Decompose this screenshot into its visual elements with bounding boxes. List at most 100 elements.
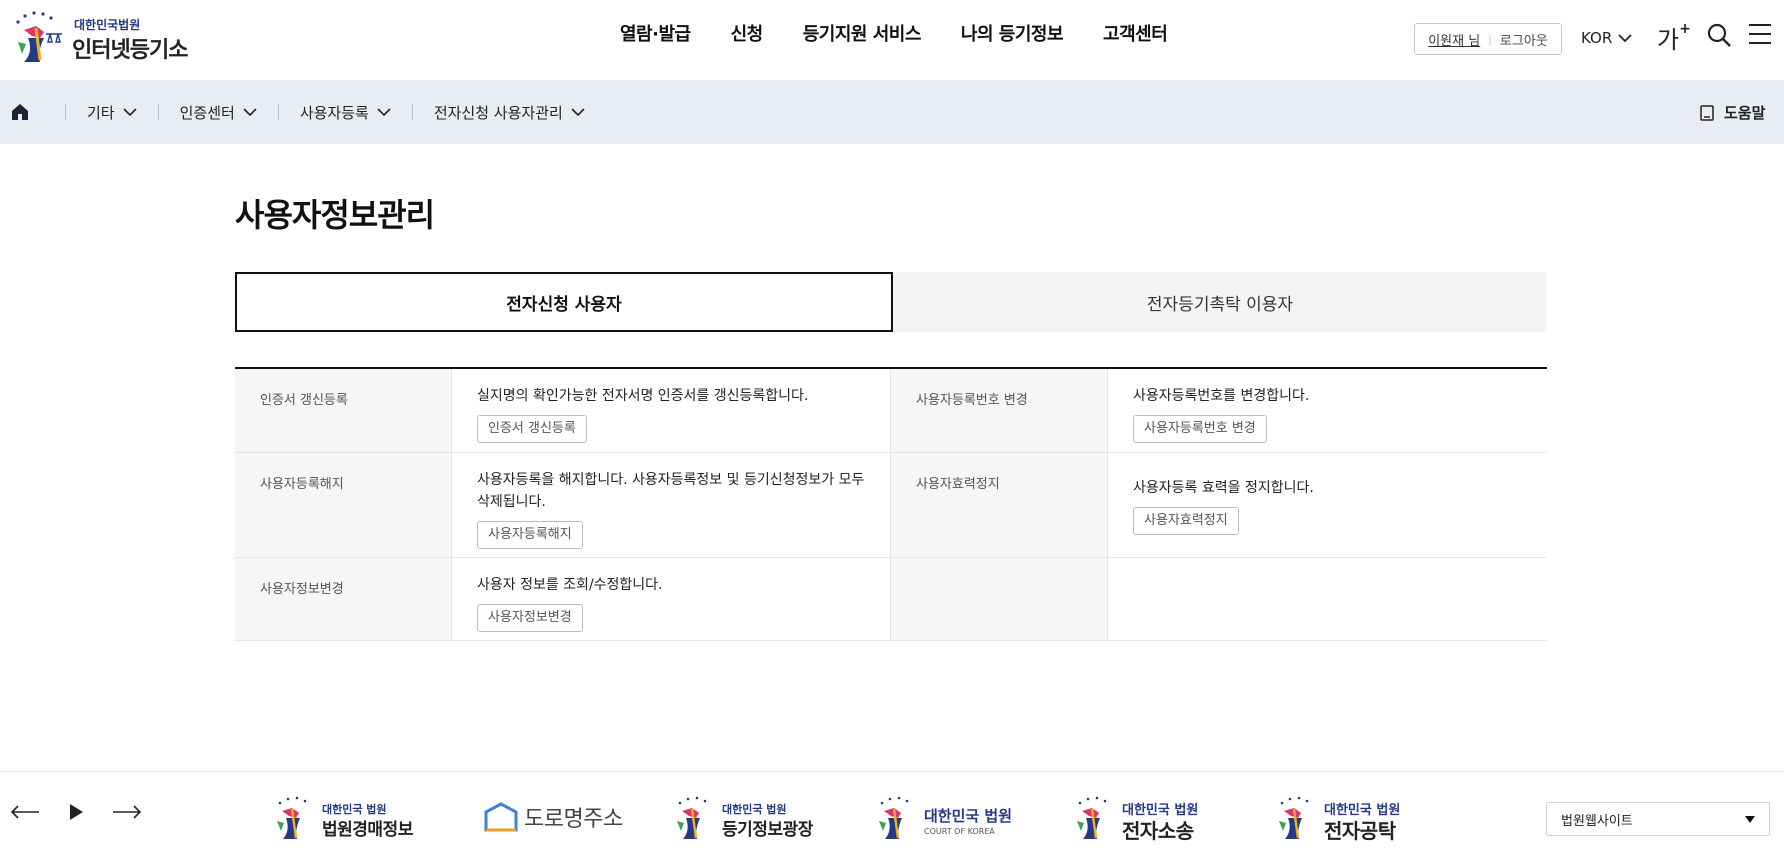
gnb-customer-center[interactable]: 고객센터 (1083, 20, 1187, 50)
suspend-user-button[interactable]: 사용자효력정지 (1133, 507, 1239, 535)
chevron-down-icon (571, 107, 585, 116)
caret-down-icon (1745, 816, 1755, 823)
tab-e-commission-user[interactable]: 전자등기촉탁 이용자 (893, 272, 1547, 332)
row-label: 사용자정보변경 (235, 558, 452, 640)
court-emblem-icon (1077, 796, 1107, 839)
user-divider: | (1488, 32, 1492, 46)
change-user-info-button[interactable]: 사용자정보변경 (477, 604, 583, 632)
row-content: 실지명의 확인가능한 전자서명 인증서를 갱신등록합니다. 인증서 갱신등록 (452, 369, 891, 452)
row-label: 사용자등록번호 변경 (891, 369, 1108, 452)
chevron-down-icon (377, 107, 391, 116)
hamburger-menu-icon[interactable] (1748, 22, 1772, 46)
language-select[interactable]: KOR (1581, 29, 1632, 47)
site-title: 전자공탁 (1324, 819, 1396, 843)
breadcrumb-item-cert-center[interactable]: 인증센터 (180, 102, 257, 123)
breadcrumb-divider (277, 104, 279, 120)
breadcrumb-bar: 기타 인증센터 사용자등록 전자신청 사용자관리 도움말 (0, 80, 1784, 144)
site-title: 전자소송 (1122, 819, 1194, 843)
site-title: 법원경매정보 (322, 820, 413, 840)
breadcrumb-label: 기타 (87, 103, 115, 122)
table-row: 사용자정보변경 사용자 정보를 조회/수정합니다. 사용자정보변경 (235, 558, 1547, 641)
breadcrumb-label: 사용자등록 (299, 103, 369, 122)
font-size-plus: + (1679, 21, 1691, 37)
breadcrumb-label: 인증센터 (179, 103, 235, 122)
row-label-empty (891, 558, 1108, 640)
breadcrumb-divider (157, 104, 159, 120)
site-link-registry-plaza[interactable]: 대한민국 법원 등기정보광장 (672, 792, 818, 842)
logo-title: 인터넷등기소 (72, 38, 188, 63)
site-text: 대한민국 법원 전자소송 (1122, 793, 1222, 843)
search-icon[interactable] (1706, 22, 1732, 48)
site-link-e-litigation[interactable]: 대한민국 법원 전자소송 (1072, 792, 1222, 843)
tab-list: 전자신청 사용자 전자등기촉탁 이용자 (235, 272, 1547, 332)
play-icon[interactable] (68, 803, 84, 821)
site-link-auction[interactable]: 대한민국 법원 법원경매정보 (272, 792, 418, 842)
gnb-support-service[interactable]: 등기지원 서비스 (783, 20, 941, 50)
tab-e-apply-user[interactable]: 전자신청 사용자 (235, 272, 893, 332)
site-link-road-address[interactable]: 도로명주소 (484, 792, 623, 842)
row-label: 인증서 갱신등록 (235, 369, 452, 452)
site-title: 도로명주소 (524, 807, 623, 832)
court-emblem-icon (1279, 796, 1309, 839)
chevron-down-icon (1618, 34, 1632, 43)
table-row: 사용자등록해지 사용자등록을 해지합니다. 사용자등록정보 및 등기신청정보가 … (235, 453, 1547, 558)
language-label: KOR (1581, 29, 1613, 47)
cancel-registration-button[interactable]: 사용자등록해지 (477, 521, 583, 549)
global-nav: 열람·발급 신청 등기지원 서비스 나의 등기정보 고객센터 (600, 20, 1187, 50)
header: 대한민국법원 인터넷등기소 열람·발급 신청 등기지원 서비스 나의 등기정보 … (0, 0, 1784, 80)
court-emblem-icon (277, 796, 307, 839)
select-label: 법원웹사이트 (1561, 813, 1633, 829)
site-title: 등기정보광장 (722, 820, 813, 840)
site-link-court-of-korea[interactable]: 대한민국 법원 COURT OF KOREA (874, 792, 1020, 842)
user-info-table: 인증서 갱신등록 실지명의 확인가능한 전자서명 인증서를 갱신등록합니다. 인… (235, 367, 1547, 641)
breadcrumb-item-e-apply-user-mgmt[interactable]: 전자신청 사용자관리 (434, 102, 585, 123)
breadcrumb-item-user-registration[interactable]: 사용자등록 (300, 102, 391, 123)
chevron-down-icon (243, 107, 257, 116)
arrow-left-icon[interactable] (10, 804, 40, 820)
row-content: 사용자 정보를 조회/수정합니다. 사용자정보변경 (452, 558, 891, 640)
row-label: 사용자등록해지 (235, 453, 452, 557)
row-description: 사용자 정보를 조회/수정합니다. (477, 577, 663, 593)
site-link-e-deposit[interactable]: 대한민국 법원 전자공탁 (1274, 792, 1424, 843)
court-websites-select[interactable]: 법원웹사이트 (1546, 802, 1770, 836)
site-subtitle: 대한민국 법원 (924, 807, 1013, 825)
font-size-up-button[interactable]: 가+ (1657, 20, 1691, 55)
breadcrumb-divider (411, 104, 413, 120)
row-description: 실지명의 확인가능한 전자서명 인증서를 갱신등록합니다. (477, 388, 809, 404)
gnb-apply[interactable]: 신청 (711, 20, 783, 50)
row-content: 사용자등록 효력을 정지합니다. 사용자효력정지 (1108, 453, 1547, 557)
gnb-my-registry[interactable]: 나의 등기정보 (941, 20, 1083, 50)
court-emblem-icon (879, 796, 909, 839)
court-emblem-icon (16, 11, 62, 62)
page-title: 사용자정보관리 (235, 196, 435, 234)
help-button[interactable]: 도움말 (1700, 102, 1765, 123)
home-icon[interactable] (10, 102, 30, 122)
change-user-number-button[interactable]: 사용자등록번호 변경 (1133, 415, 1267, 443)
logo-subtitle: 대한민국법원 (74, 18, 141, 32)
row-label: 사용자효력정지 (891, 453, 1108, 557)
site-text: 대한민국 법원 전자공탁 (1324, 793, 1424, 843)
help-label: 도움말 (1724, 104, 1766, 122)
site-english-title: COURT OF KOREA (924, 827, 995, 836)
gnb-view-issue[interactable]: 열람·발급 (600, 20, 711, 50)
site-text: 대한민국 법원 법원경매정보 (322, 793, 418, 841)
chevron-down-icon (123, 107, 137, 116)
road-address-logo-icon (484, 802, 518, 832)
arrow-right-icon[interactable] (112, 804, 142, 820)
breadcrumb-divider (65, 104, 66, 120)
user-box: 이원재 님 | 로그아웃 (1414, 23, 1562, 55)
site-logo[interactable]: 대한민국법원 인터넷등기소 (10, 6, 190, 66)
breadcrumb-item-etc[interactable]: 기타 (87, 102, 137, 123)
row-content: 사용자등록번호를 변경합니다. 사용자등록번호 변경 (1108, 369, 1547, 452)
site-text: 대한민국 법원 등기정보광장 (722, 793, 818, 841)
logout-button[interactable]: 로그아웃 (1500, 30, 1548, 49)
row-description: 사용자등록을 해지합니다. 사용자등록정보 및 등기신청정보가 모두 삭제됩니다… (477, 472, 865, 510)
row-description: 사용자등록 효력을 정지합니다. (1133, 480, 1314, 496)
site-text: 대한민국 법원 COURT OF KOREA (924, 793, 1020, 841)
breadcrumb-label: 전자신청 사용자관리 (433, 103, 563, 122)
row-description: 사용자등록번호를 변경합니다. (1133, 388, 1310, 404)
font-size-label: 가 (1657, 26, 1680, 54)
cert-renew-button[interactable]: 인증서 갱신등록 (477, 415, 587, 443)
row-content-empty (1108, 558, 1547, 640)
user-name-link[interactable]: 이원재 님 (1428, 30, 1480, 49)
